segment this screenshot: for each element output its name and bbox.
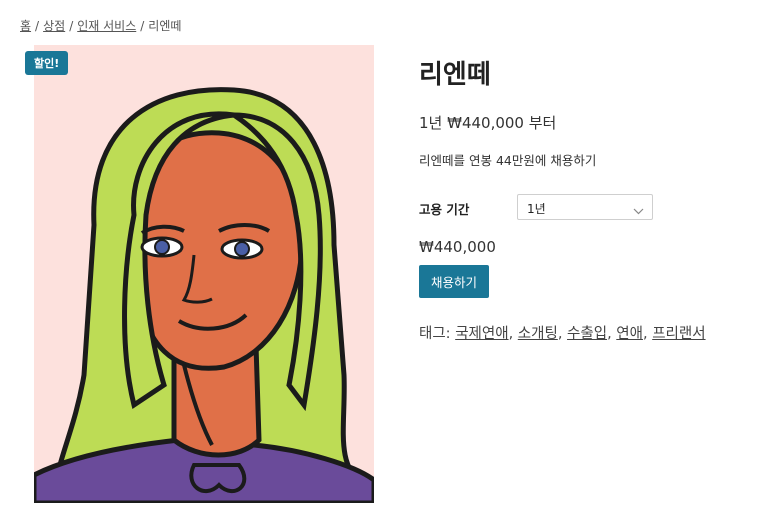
tags-label: 태그:: [419, 326, 451, 342]
breadcrumb-category[interactable]: 인재 서비스: [77, 19, 136, 33]
product-summary: 리엔떼 1년 ₩440,000 부터 리엔떼를 연봉 44만원에 채용하기 고용…: [419, 58, 759, 342]
tag-link[interactable]: 수출입: [567, 326, 607, 342]
variation-row: 고용 기간 1년: [419, 194, 659, 220]
short-description: 리엔떼를 연봉 44만원에 채용하기: [419, 153, 597, 168]
collar-bow: [189, 463, 247, 493]
product-title: 리엔떼: [419, 60, 491, 90]
price-range: 1년 ₩440,000 부터: [419, 114, 557, 132]
hire-duration-select[interactable]: 1년: [517, 194, 653, 220]
breadcrumb: 홈 / 상점 / 인재 서비스 / 리엔떼: [20, 17, 181, 34]
breadcrumb-separator: /: [69, 19, 74, 33]
breadcrumb-separator: /: [140, 19, 145, 33]
breadcrumb-home[interactable]: 홈: [20, 19, 31, 33]
tag-link[interactable]: 국제연애: [455, 326, 508, 342]
hire-button[interactable]: 채용하기: [419, 265, 490, 298]
hire-duration-value: 1년: [527, 202, 546, 216]
sale-badge: 할인!: [25, 51, 69, 75]
variant-price: ₩440,000: [419, 238, 496, 256]
tag-list: 태그: 국제연애, 소개팅, 수출입, 연애, 프리랜서: [419, 326, 706, 342]
breadcrumb-current: 리엔떼: [148, 19, 182, 33]
tag-link[interactable]: 프리랜서: [652, 326, 705, 342]
portrait-illustration: [34, 87, 374, 503]
breadcrumb-separator: /: [35, 19, 40, 33]
left-pupil: [154, 239, 170, 255]
tag-link[interactable]: 소개팅: [518, 326, 558, 342]
variation-label: 고용 기간: [419, 202, 470, 217]
breadcrumb-shop[interactable]: 상점: [43, 19, 65, 33]
right-pupil: [234, 241, 250, 257]
product-image[interactable]: [34, 45, 374, 503]
chevron-down-icon: [633, 201, 644, 220]
tag-link[interactable]: 연애: [616, 326, 643, 342]
